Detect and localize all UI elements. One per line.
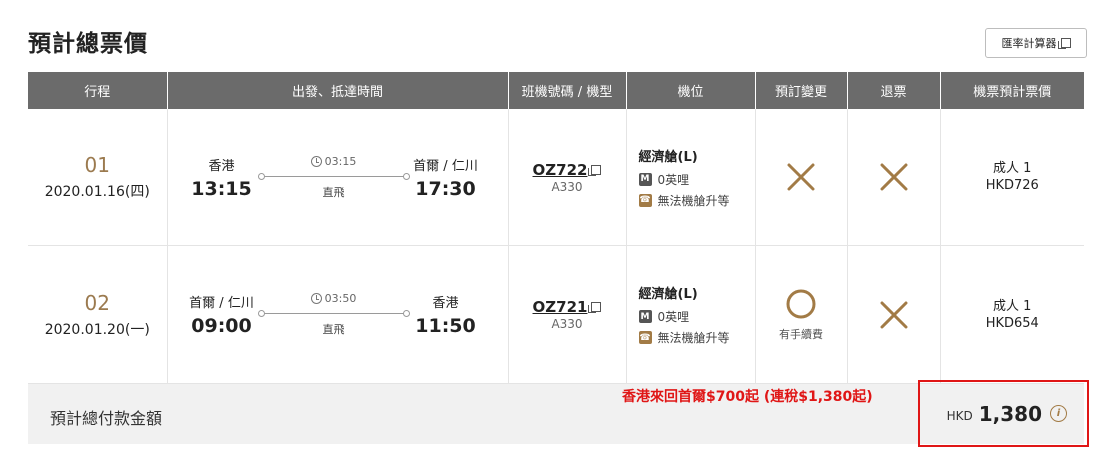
clock-icon	[310, 293, 322, 304]
aircraft-type: A330	[551, 317, 583, 331]
segment-number: 01	[84, 153, 110, 177]
col-times: 出發、抵達時間	[167, 72, 509, 109]
table-row: 01 2020.01.16(四) 香港 13:15 03:15 直飛 首爾 / …	[28, 109, 1084, 246]
segment-price: HKD654	[985, 315, 1039, 331]
flight-number: OZ721	[532, 298, 588, 316]
cabin-class: 經濟艙(L)	[638, 287, 698, 302]
total-currency: HKD	[946, 408, 973, 423]
fare-table: 行程 出發、抵達時間 班機號碼 / 機型 機位 預訂變更 退票 機票預計票價 0…	[28, 72, 1084, 384]
direct-flight-label: 直飛	[322, 323, 345, 336]
mileage-icon: M	[638, 172, 652, 186]
arrival: 香港 11:50	[406, 292, 486, 337]
change-cell: 有手續費	[755, 245, 848, 384]
refund-cell	[847, 109, 941, 246]
info-icon[interactable]: i	[1050, 405, 1067, 422]
departure-city: 首爾 / 仁川	[189, 296, 254, 311]
col-flight: 班機號碼 / 機型	[508, 72, 627, 109]
upgrade-note: 無法機艙升等	[657, 193, 730, 208]
segment-date: 2020.01.16(四)	[44, 184, 150, 200]
flight-number-link[interactable]: OZ721	[533, 298, 602, 316]
route-line	[257, 172, 410, 180]
promo-text: 香港來回首爾$700起 (連稅$1,380起)	[622, 389, 873, 405]
total-amount: 1,380	[978, 401, 1042, 426]
passenger-count: 成人 1	[993, 161, 1032, 176]
total-amount-box: HKD 1,380 i	[918, 380, 1089, 447]
mileage-icon: M	[638, 310, 652, 323]
arrival-time: 11:50	[415, 315, 476, 337]
flight-duration: 03:50	[324, 292, 357, 305]
itinerary-cell: 01 2020.01.16(四)	[28, 109, 168, 246]
cross-icon	[880, 301, 907, 328]
arrival-city: 首爾 / 仁川	[413, 158, 478, 174]
table-header-row: 行程 出發、抵達時間 班機號碼 / 機型 機位 預訂變更 退票 機票預計票價	[28, 72, 1084, 109]
col-seat: 機位	[626, 72, 756, 109]
phone-icon: ☎	[638, 193, 652, 207]
price-cell: 成人 1 HKD726	[940, 109, 1084, 246]
route-line	[257, 310, 410, 317]
aircraft-type: A330	[551, 179, 583, 194]
refund-cell	[847, 245, 941, 384]
table-row: 02 2020.01.20(一) 首爾 / 仁川 09:00 03:50 直飛 …	[28, 245, 1084, 384]
seat-cell: 經濟艙(L) M 0英哩 ☎ 無法機艙升等	[626, 109, 756, 246]
flight-number: OZ722	[532, 160, 588, 179]
flight-cell: OZ722 A330	[508, 109, 627, 246]
change-fee-note: 有手續費	[779, 327, 823, 341]
page-title: 預計總票價	[28, 31, 148, 57]
external-window-icon	[588, 164, 602, 176]
phone-icon: ☎	[638, 331, 652, 344]
external-window-icon	[588, 302, 602, 313]
col-itinerary: 行程	[28, 72, 168, 109]
departure: 首爾 / 仁川 09:00	[182, 292, 262, 337]
departure: 香港 13:15	[182, 155, 262, 200]
external-window-icon	[1057, 38, 1071, 49]
upgrade-note: 無法機艙升等	[657, 331, 730, 345]
mileage-value: 0英哩	[657, 310, 690, 324]
departure-time: 13:15	[191, 177, 252, 200]
departure-time: 09:00	[191, 315, 252, 337]
segment-date: 2020.01.20(一)	[44, 321, 150, 338]
cabin-class: 經濟艙(L)	[638, 149, 698, 165]
cross-icon	[880, 163, 907, 191]
flight-duration: 03:15	[324, 154, 357, 168]
cross-icon	[787, 163, 815, 191]
flight-number-link[interactable]: OZ722	[533, 161, 602, 179]
flight-route: 03:15 直飛	[257, 154, 410, 200]
mileage-value: 0英哩	[657, 172, 690, 187]
segment-number: 02	[84, 290, 110, 315]
change-cell	[755, 109, 848, 246]
circle-icon	[786, 289, 816, 318]
passenger-count: 成人 1	[993, 298, 1032, 314]
direct-flight-label: 直飛	[322, 185, 345, 199]
arrival: 首爾 / 仁川 17:30	[406, 155, 486, 200]
seat-cell: 經濟艙(L) M 0英哩 ☎ 無法機艙升等	[626, 245, 756, 384]
arrival-time: 17:30	[415, 177, 476, 200]
currency-calculator-button[interactable]: 匯率計算器	[985, 28, 1087, 58]
times-cell: 香港 13:15 03:15 直飛 首爾 / 仁川 17:30	[167, 109, 509, 246]
segment-price: HKD726	[985, 178, 1039, 193]
price-cell: 成人 1 HKD654	[940, 245, 1084, 384]
calculator-button-label: 匯率計算器	[1001, 37, 1057, 50]
total-payment-label: 預計總付款金額	[50, 409, 163, 428]
flight-cell: OZ721 A330	[508, 245, 627, 384]
itinerary-cell: 02 2020.01.20(一)	[28, 245, 168, 384]
col-price: 機票預計票價	[940, 72, 1084, 109]
departure-city: 香港	[208, 158, 235, 174]
clock-icon	[310, 155, 322, 167]
col-change: 預訂變更	[755, 72, 848, 109]
flight-route: 03:50 直飛	[257, 292, 410, 337]
col-refund: 退票	[847, 72, 941, 109]
times-cell: 首爾 / 仁川 09:00 03:50 直飛 香港 11:50	[167, 245, 509, 384]
arrival-city: 香港	[432, 296, 459, 311]
